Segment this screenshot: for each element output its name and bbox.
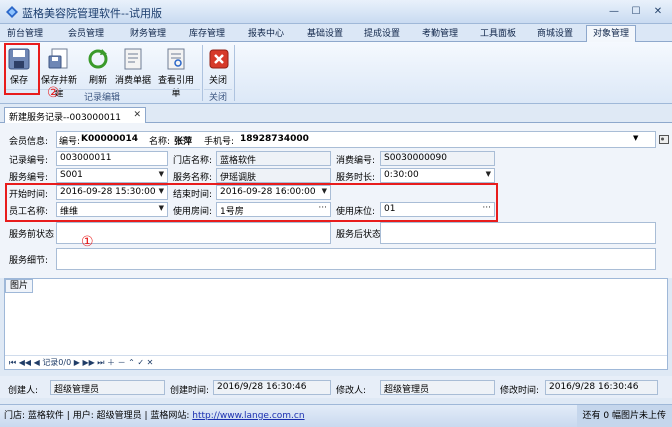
minimize-button[interactable]: —	[604, 2, 624, 20]
tab-pictures[interactable]: 图片	[5, 279, 33, 293]
window-title: 蓝格美容院管理软件--试用版	[22, 7, 162, 20]
website-link[interactable]: http://www.lange.com.cn	[192, 411, 304, 421]
bill-number-field: S0030000090	[380, 151, 495, 166]
main-menu-tabs: 前台管理 会员管理 财务管理 库存管理 报表中心 基础设置 提成设置 考勤管理 …	[0, 24, 672, 43]
status-bar: 门店: 蓝格软件 | 用户: 超级管理员 | 蓝格网站: http://www.…	[0, 404, 672, 427]
member-info-field[interactable]: 编号: K00000014 名称: 张萍 手机号: 18928734000 ▼	[56, 131, 656, 148]
modified-time-field: 2016/9/28 16:30:46	[545, 380, 658, 395]
group-label-close: 关闭	[204, 89, 232, 103]
view-reference-icon	[167, 48, 185, 70]
annotation-box-time-staff	[5, 183, 498, 222]
pre-service-status-textarea[interactable]	[56, 222, 331, 244]
member-card-icon[interactable]	[659, 135, 669, 144]
tab-object-management[interactable]: 对象管理	[586, 25, 636, 43]
consume-bill-button[interactable]: 消费单据	[114, 44, 152, 88]
service-number-select[interactable]: S001 ▼	[56, 168, 168, 183]
nav-cancel-button[interactable]: ✕	[147, 358, 154, 367]
maximize-button[interactable]: ☐	[626, 2, 646, 20]
close-window-button[interactable]: ✕	[648, 2, 668, 20]
member-number: K00000014	[81, 134, 139, 144]
tab-inventory[interactable]: 库存管理	[183, 25, 231, 42]
chevron-down-icon[interactable]: ▼	[633, 134, 638, 142]
refresh-button[interactable]: 刷新	[85, 44, 111, 88]
title-bar: 蓝格美容院管理软件--试用版 — ☐ ✕	[0, 0, 672, 24]
tab-front-desk[interactable]: 前台管理	[2, 25, 48, 42]
bill-document-icon	[124, 48, 142, 70]
nav-prev-button[interactable]: ◀	[34, 358, 40, 367]
tab-basic-settings[interactable]: 基础设置	[301, 25, 349, 42]
status-user: 用户: 超级管理员	[72, 411, 142, 421]
nav-last-button[interactable]: ⏭	[97, 358, 104, 367]
nav-delete-button[interactable]: －	[118, 358, 126, 367]
nav-prev-page-button[interactable]: ◀◀	[19, 358, 31, 367]
annotation-box-save	[4, 43, 40, 95]
tab-attendance[interactable]: 考勤管理	[416, 25, 464, 42]
save-new-icon	[48, 48, 68, 69]
post-service-status-textarea[interactable]	[380, 222, 656, 244]
ribbon-toolbar: 保存 保存并新建 刷新 消费单据 查看引用单 关闭 记录编辑 关闭	[0, 42, 672, 104]
service-name-field: 伊瑶调肤	[216, 168, 331, 183]
tab-commission[interactable]: 提成设置	[358, 25, 406, 42]
refresh-icon	[88, 49, 108, 69]
member-info-label: 会员信息:	[9, 137, 49, 147]
nav-record-counter: 记录0/0	[42, 358, 72, 367]
app-logo-icon	[6, 6, 18, 18]
modifier-field: 超级管理员	[380, 380, 495, 395]
close-icon	[209, 49, 229, 69]
member-name: 张萍	[174, 137, 193, 147]
nav-next-page-button[interactable]: ▶▶	[82, 358, 94, 367]
save-and-new-button[interactable]: 保存并新建	[38, 44, 80, 99]
tab-mall-settings[interactable]: 商城设置	[531, 25, 579, 42]
tab-finance[interactable]: 财务管理	[124, 25, 172, 42]
audit-info-bar: 创建人: 超级管理员 创建时间: 2016/9/28 16:30:46 修改人:…	[0, 376, 672, 398]
service-duration-select[interactable]: 0:30:00 ▼	[380, 168, 495, 183]
close-button[interactable]: 关闭	[206, 44, 230, 88]
store-name-field: 蓝格软件	[216, 151, 331, 166]
chevron-down-icon: ▼	[158, 170, 164, 178]
created-time-field: 2016/9/28 16:30:46	[213, 380, 331, 395]
tab-reports[interactable]: 报表中心	[242, 25, 290, 42]
status-site-label: 蓝格网站:	[150, 411, 190, 421]
service-detail-textarea[interactable]	[56, 248, 656, 270]
ribbon-separator	[202, 45, 203, 101]
close-tab-icon[interactable]: ✕	[133, 110, 141, 120]
document-tab-bar: 新建服务记录--003000011 ✕	[0, 105, 672, 123]
chevron-down-icon: ▼	[485, 170, 491, 178]
doc-tab-new-service-record[interactable]: 新建服务记录--003000011 ✕	[4, 107, 146, 123]
member-phone: 18928734000	[240, 134, 309, 144]
picture-panel: 图片 ⏮ ◀◀ ◀ 记录0/0 ▶ ▶▶ ⏭ ＋ － ⌃ ✓ ✕	[4, 278, 668, 370]
tab-tools[interactable]: 工具面板	[474, 25, 522, 42]
nav-edit-button[interactable]: ⌃	[128, 358, 135, 367]
record-navigator: ⏮ ◀◀ ◀ 记录0/0 ▶ ▶▶ ⏭ ＋ － ⌃ ✓ ✕	[5, 355, 667, 369]
tab-members[interactable]: 会员管理	[62, 25, 110, 42]
nav-next-button[interactable]: ▶	[74, 358, 80, 367]
nav-first-button[interactable]: ⏮	[9, 358, 16, 367]
nav-save-button[interactable]: ✓	[137, 358, 144, 367]
ribbon-separator	[234, 45, 235, 101]
nav-add-button[interactable]: ＋	[107, 358, 115, 367]
record-number-field[interactable]: 003000011	[56, 151, 168, 166]
annotation-number-1: ①	[81, 234, 94, 250]
creator-field: 超级管理员	[50, 380, 165, 395]
upload-status: 还有 0 幅图片未上传	[576, 405, 672, 427]
status-store: 门店: 蓝格软件	[4, 411, 64, 421]
annotation-number-2: ②	[47, 85, 60, 101]
view-reference-button[interactable]: 查看引用单	[154, 44, 198, 99]
